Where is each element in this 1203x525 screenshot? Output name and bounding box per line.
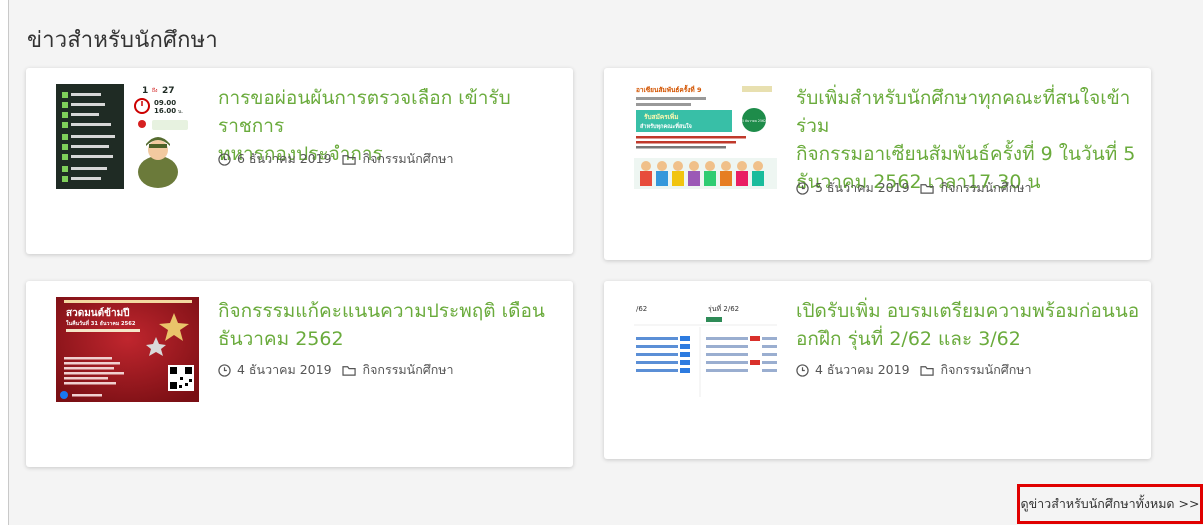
section-title: ข่าวสำหรับนักศึกษา bbox=[27, 28, 218, 53]
news-thumbnail[interactable]: สวดมนต์ข้ามปี ในคืนวันที่ 31 ธันวาคม 256… bbox=[56, 297, 199, 402]
news-thumbnail[interactable]: อาเซียนสัมพันธ์ครั้งที่ 9 รับสมัครเพิ่ม … bbox=[634, 84, 777, 189]
clock-icon bbox=[218, 152, 231, 166]
thumb-time-unit: น. bbox=[178, 109, 183, 115]
news-meta: 4 ธันวาคม 2019 กิจกรรมนักศึกษา bbox=[218, 360, 454, 380]
thumb-right-label: รุ่นที่ 2/62 bbox=[708, 304, 739, 313]
view-all-student-news-link[interactable]: ดูข่าวสำหรับนักศึกษาทั้งหมด >> bbox=[1017, 484, 1203, 524]
news-date: 4 ธันวาคม 2019 bbox=[237, 362, 332, 377]
thumbnail-image: อาเซียนสัมพันธ์ครั้งที่ 9 รับสมัครเพิ่ม … bbox=[634, 84, 777, 189]
thumb-day2: 27 bbox=[162, 86, 175, 96]
clock-icon bbox=[796, 181, 809, 195]
thumb-left-label: /62 bbox=[636, 305, 647, 313]
news-date: 5 ธันวาคม 2019 bbox=[815, 180, 910, 195]
news-title-line: อกฝึก รุ่นที่ 2/62 และ 3/62 bbox=[796, 328, 1021, 350]
clock-icon bbox=[796, 363, 809, 377]
news-card: สวดมนต์ข้ามปี ในคืนวันที่ 31 ธันวาคม 256… bbox=[26, 281, 573, 467]
news-section: ข่าวสำหรับนักศึกษา 1 ถึง 27 09.00 16.00 … bbox=[8, 0, 1203, 525]
folder-icon bbox=[919, 183, 934, 194]
news-title-line: เปิดรับเพิ่ม อบรมเตรียมความพร้อมก่อนนอ bbox=[796, 300, 1140, 322]
thumb-banner-b: สำหรับทุกคณะที่สนใจ bbox=[640, 122, 692, 130]
news-thumbnail[interactable]: 1 ถึง 27 09.00 16.00 น. bbox=[56, 84, 199, 189]
thumb-banner-a: รับสมัครเพิ่ม bbox=[644, 111, 679, 121]
news-meta: 4 ธันวาคม 2019 กิจกรรมนักศึกษา bbox=[796, 360, 1032, 380]
news-thumbnail[interactable]: /62 รุ่นที่ 2/62 bbox=[634, 297, 777, 402]
news-title-line: การขอผ่อนผันการตรวจเลือก เข้ารับราชการ bbox=[218, 87, 511, 137]
thumbnail-image: สวดมนต์ข้ามปี ในคืนวันที่ 31 ธันวาคม 256… bbox=[56, 297, 199, 402]
folder-icon bbox=[341, 154, 356, 165]
news-category-link[interactable]: กิจกรรมนักศึกษา bbox=[941, 360, 1032, 380]
folder-icon bbox=[341, 365, 356, 376]
news-card: /62 รุ่นที่ 2/62 เปิดรับเพิ่ม อบรมเตรียม… bbox=[604, 281, 1151, 459]
news-card: 1 ถึง 27 09.00 16.00 น. การขอผ่อนผันการต… bbox=[26, 68, 573, 254]
news-date: 6 ธันวาคม 2019 bbox=[237, 151, 332, 166]
news-category-link[interactable]: กิจกรรมนักศึกษา bbox=[363, 360, 454, 380]
news-title-link[interactable]: เปิดรับเพิ่ม อบรมเตรียมความพร้อมก่อนนอ อ… bbox=[796, 297, 1139, 353]
news-title-line: รับเพิ่มสำหรับนักศึกษาทุกคณะที่สนใจเข้าร… bbox=[796, 87, 1131, 137]
folder-icon bbox=[919, 365, 934, 376]
news-category-link[interactable]: กิจกรรมนักศึกษา bbox=[941, 178, 1032, 198]
news-date: 4 ธันวาคม 2019 bbox=[815, 362, 910, 377]
news-title-line: กิจกรรมอาเซียนสัมพันธ์ครั้งที่ 9 ในวันที… bbox=[796, 143, 1136, 165]
thumb-heading: สวดมนต์ข้ามปี bbox=[66, 307, 130, 319]
thumbnail-image: 1 ถึง 27 09.00 16.00 น. bbox=[56, 84, 199, 189]
thumb-sep: ถึง bbox=[152, 87, 158, 94]
thumb-date-line: ในคืนวันที่ 31 ธันวาคม 2562 bbox=[66, 319, 136, 327]
thumb-badge: 5 ธันวาคม 2562 bbox=[742, 119, 766, 123]
thumb-time-a: 09.00 bbox=[154, 99, 176, 107]
news-title-link[interactable]: กิจกรรรมแก้คะแนนความประพฤติ เดือน ธันวาค… bbox=[218, 297, 545, 353]
news-title-line: ธันวาคม 2562 bbox=[218, 328, 344, 350]
news-title-line: กิจกรรรมแก้คะแนนความประพฤติ เดือน bbox=[218, 300, 545, 322]
thumb-time-b: 16.00 bbox=[154, 107, 176, 115]
news-card: อาเซียนสัมพันธ์ครั้งที่ 9 รับสมัครเพิ่ม … bbox=[604, 68, 1151, 260]
thumbnail-image: /62 รุ่นที่ 2/62 bbox=[634, 297, 777, 402]
thumb-day: 1 bbox=[142, 86, 148, 96]
news-category-link[interactable]: กิจกรรมนักศึกษา bbox=[363, 149, 454, 169]
clock-icon bbox=[218, 363, 231, 377]
news-meta: 5 ธันวาคม 2019 กิจกรรมนักศึกษา bbox=[796, 178, 1032, 198]
thumb-heading: อาเซียนสัมพันธ์ครั้งที่ 9 bbox=[636, 84, 702, 94]
news-meta: 6 ธันวาคม 2019 กิจกรรมนักศึกษา bbox=[218, 149, 454, 169]
